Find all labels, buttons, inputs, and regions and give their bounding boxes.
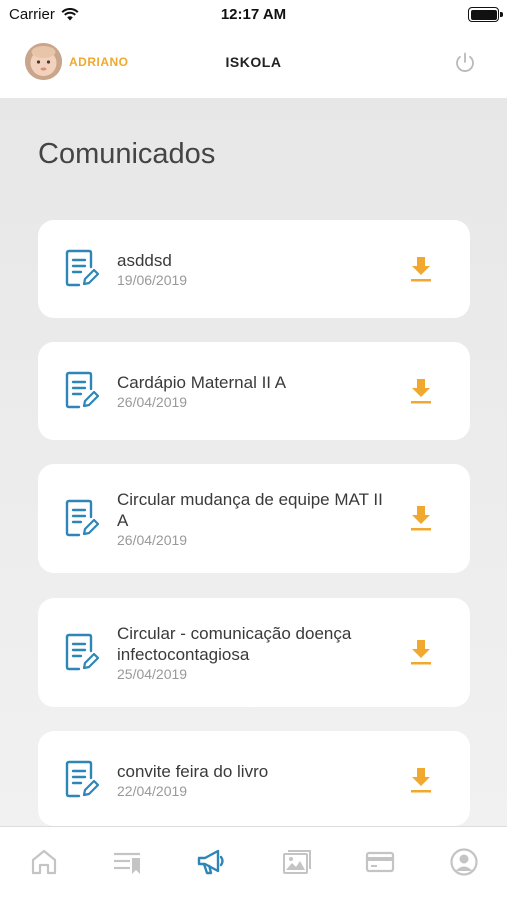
list-item-text: Cardápio Maternal II A 26/04/2019 [117, 372, 387, 411]
profile-icon[interactable] [449, 847, 479, 877]
list-item-date: 26/04/2019 [117, 532, 188, 548]
list-item[interactable]: Cardápio Maternal II A 26/04/2019 [38, 342, 470, 440]
page-title: Comunicados [38, 138, 216, 170]
download-icon[interactable] [410, 767, 432, 793]
list-item-text: asddsd 19/06/2019 [117, 250, 387, 289]
list-item-date: 19/06/2019 [117, 272, 188, 288]
list-item-date: 22/04/2019 [117, 783, 188, 799]
list-item[interactable]: Circular mudança de equipe MAT II A 26/0… [38, 464, 470, 573]
list-item-date: 26/04/2019 [117, 394, 188, 410]
list-item-date: 25/04/2019 [117, 666, 188, 682]
list-item-title: Cardápio Maternal II A [117, 373, 287, 392]
list-item[interactable]: asddsd 19/06/2019 [38, 220, 470, 318]
home-icon[interactable] [29, 847, 59, 877]
list-item-text: convite feira do livro 22/04/2019 [117, 761, 387, 800]
app-header: ADRIANO ISKOLA [0, 30, 507, 98]
download-icon[interactable] [410, 378, 432, 404]
document-edit-icon [65, 760, 99, 798]
card-icon[interactable] [365, 847, 395, 877]
list-item-title: Circular - comunicação doença infectocon… [117, 624, 352, 664]
app-title: ISKOLA [225, 54, 282, 70]
battery-fill [470, 9, 497, 20]
list-bookmark-icon[interactable] [112, 847, 142, 877]
tab-bar [0, 826, 507, 900]
document-edit-icon [65, 249, 99, 287]
battery-icon [468, 7, 503, 22]
list-item-text: Circular mudança de equipe MAT II A 26/0… [117, 489, 387, 549]
list-item-title: convite feira do livro [117, 762, 269, 781]
battery-cap [500, 12, 503, 17]
download-icon[interactable] [410, 505, 432, 531]
document-edit-icon [65, 633, 99, 671]
status-bar: Carrier 12:17 AM [0, 0, 507, 30]
list-item[interactable]: convite feira do livro 22/04/2019 [38, 731, 470, 826]
power-icon[interactable] [453, 51, 477, 75]
megaphone-icon[interactable] [196, 847, 226, 877]
status-time: 12:17 AM [220, 6, 287, 23]
document-edit-icon [65, 371, 99, 409]
list-item-title: asddsd [117, 251, 172, 270]
list-item-text: Circular - comunicação doença infectocon… [117, 623, 387, 683]
list-item-title: Circular mudança de equipe MAT II A [117, 490, 383, 530]
download-icon[interactable] [410, 639, 432, 665]
gallery-icon[interactable] [281, 847, 311, 877]
list-item[interactable]: Circular - comunicação doença infectocon… [38, 598, 470, 707]
content-area [0, 98, 507, 826]
download-icon[interactable] [410, 256, 432, 282]
document-edit-icon [65, 499, 99, 537]
